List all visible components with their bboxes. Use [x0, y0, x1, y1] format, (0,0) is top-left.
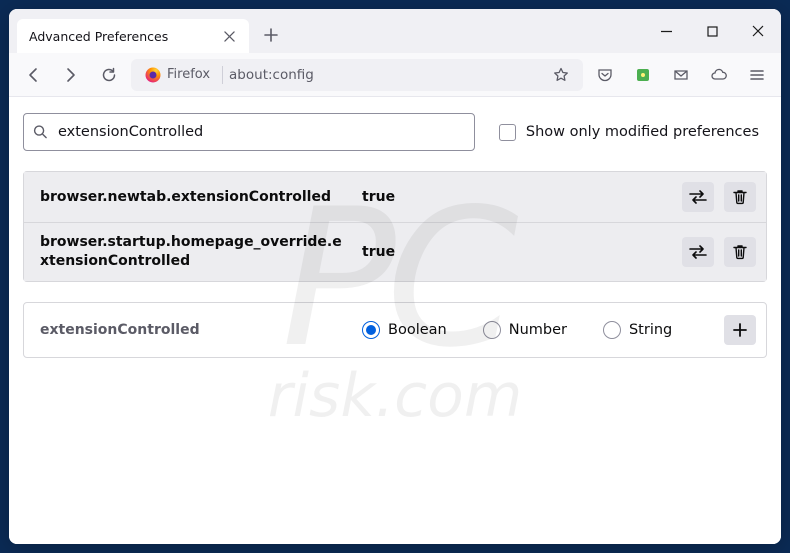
trash-icon — [733, 244, 747, 260]
plus-icon — [264, 28, 278, 42]
delete-button[interactable] — [724, 182, 756, 212]
close-icon — [224, 31, 235, 42]
pref-row: browser.startup.homepage_override.extens… — [24, 222, 766, 281]
forward-button[interactable] — [55, 59, 87, 91]
back-button[interactable] — [17, 59, 49, 91]
pocket-icon — [597, 67, 613, 83]
about-config-content: Show only modified preferences browser.n… — [9, 97, 781, 544]
toggle-button[interactable] — [682, 182, 714, 212]
firefox-icon — [145, 67, 161, 83]
pref-list: browser.newtab.extensionControlled true … — [23, 171, 767, 282]
bookmark-button[interactable] — [547, 61, 575, 89]
radio-number[interactable]: Number — [483, 321, 567, 339]
checkbox-icon — [499, 124, 516, 141]
radio-string[interactable]: String — [603, 321, 672, 339]
extension-button[interactable] — [627, 59, 659, 91]
pref-value: true — [362, 244, 670, 260]
url-bar[interactable]: Firefox about:config — [131, 59, 583, 91]
pref-value: true — [362, 189, 670, 205]
url-text: about:config — [229, 67, 541, 83]
minimize-button[interactable] — [643, 9, 689, 53]
radio-boolean[interactable]: Boolean — [362, 321, 447, 339]
pref-name: browser.newtab.extensionControlled — [40, 188, 350, 207]
arrow-left-icon — [25, 67, 41, 83]
toggle-icon — [689, 190, 707, 204]
radio-text: Boolean — [388, 322, 447, 338]
add-pref-row: extensionControlled Boolean Number Strin… — [23, 302, 767, 358]
minimize-icon — [661, 26, 672, 37]
toggle-button[interactable] — [682, 237, 714, 267]
plus-icon — [733, 323, 747, 337]
toggle-icon — [689, 245, 707, 259]
star-icon — [553, 67, 569, 83]
sync-button[interactable] — [703, 59, 735, 91]
add-button[interactable] — [724, 315, 756, 345]
maximize-button[interactable] — [689, 9, 735, 53]
radio-icon — [362, 321, 380, 339]
account-button[interactable] — [665, 59, 697, 91]
checkbox-text: Show only modified preferences — [526, 124, 759, 140]
radio-text: Number — [509, 322, 567, 338]
search-row: Show only modified preferences — [19, 113, 771, 151]
add-pref-name: extensionControlled — [40, 322, 350, 338]
identity-label: Firefox — [167, 67, 210, 82]
nav-toolbar: Firefox about:config — [9, 53, 781, 97]
titlebar: Advanced Preferences — [9, 9, 781, 53]
app-menu-button[interactable] — [741, 59, 773, 91]
pref-name: browser.startup.homepage_override.extens… — [40, 233, 350, 271]
tab-title: Advanced Preferences — [29, 29, 221, 44]
window-controls — [643, 9, 781, 53]
search-input[interactable] — [23, 113, 475, 151]
pref-row: browser.newtab.extensionControlled true — [24, 172, 766, 222]
close-tab-button[interactable] — [221, 28, 237, 44]
reload-button[interactable] — [93, 59, 125, 91]
browser-window: Advanced Preferences — [9, 9, 781, 544]
puzzle-icon — [635, 67, 651, 83]
delete-button[interactable] — [724, 237, 756, 267]
trash-icon — [733, 189, 747, 205]
inbox-icon — [673, 67, 689, 83]
reload-icon — [101, 67, 117, 83]
new-tab-button[interactable] — [257, 21, 285, 49]
pref-actions — [682, 237, 756, 267]
close-icon — [752, 25, 764, 37]
search-wrap — [23, 113, 475, 151]
url-separator — [222, 66, 223, 84]
search-icon — [33, 125, 48, 140]
browser-tab[interactable]: Advanced Preferences — [17, 19, 249, 53]
pocket-button[interactable] — [589, 59, 621, 91]
radio-icon — [603, 321, 621, 339]
hamburger-icon — [749, 67, 765, 83]
show-modified-checkbox[interactable]: Show only modified preferences — [499, 124, 767, 141]
site-identity[interactable]: Firefox — [139, 65, 216, 85]
arrow-right-icon — [63, 67, 79, 83]
cloud-icon — [710, 67, 728, 83]
radio-text: String — [629, 322, 672, 338]
type-radio-group: Boolean Number String — [362, 321, 712, 339]
pref-actions — [682, 182, 756, 212]
close-window-button[interactable] — [735, 9, 781, 53]
maximize-icon — [707, 26, 718, 37]
radio-icon — [483, 321, 501, 339]
